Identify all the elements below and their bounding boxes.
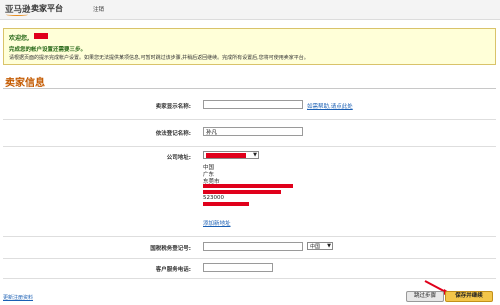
seller-info-form: 卖家显示名称: 如需帮助,请点此处 依法登记名称: 公司地址: ▼ 中国 广东 … <box>3 90 496 279</box>
tax-id-input[interactable] <box>203 242 303 251</box>
redacted-street-2 <box>203 190 281 194</box>
address-select[interactable]: ▼ <box>203 151 259 159</box>
phone-label: 客户服务电话: <box>155 267 191 273</box>
legal-name-label: 依法登记名称: <box>155 131 191 137</box>
redacted-username <box>34 33 48 39</box>
country-select-value: 中国 <box>310 244 321 250</box>
display-name-input[interactable] <box>203 100 303 109</box>
redacted-street-1 <box>203 184 293 188</box>
setup-steps-text: 完成您的帐户设置还需要三步。 <box>9 47 87 53</box>
legal-name-input[interactable] <box>203 127 303 136</box>
signout-link[interactable]: 注销 <box>93 5 104 13</box>
display-name-help-link[interactable]: 如需帮助,请点此处 <box>307 102 353 110</box>
welcome-greeting: 欢迎您, <box>9 35 30 42</box>
redacted-address-option <box>206 153 246 158</box>
top-bar: 亚马逊 卖家平台 注销 <box>0 0 500 20</box>
add-address-link[interactable]: 添加新地址 <box>203 219 231 227</box>
amazon-logo[interactable]: 亚马逊 <box>5 3 31 16</box>
smile-logo-icon <box>6 13 28 16</box>
chevron-down-icon: ▼ <box>327 243 331 249</box>
address-label: 公司地址: <box>166 155 191 161</box>
platform-title: 卖家平台 <box>31 4 63 13</box>
form-row-address: 公司地址: ▼ 中国 广东 东莞市 523000 添加新地址 <box>3 147 496 237</box>
form-row-phone: 客户服务电话: <box>3 259 496 279</box>
skip-step-button[interactable]: 跳过步骤 <box>406 291 444 302</box>
redacted-phone <box>203 202 249 206</box>
form-row-legal-name: 依法登记名称: <box>3 120 496 147</box>
welcome-panel: 欢迎您, 完成您的帐户设置还需要三步。 请根据页面的提示完成帐户设置。如果您无法… <box>3 28 496 65</box>
country-select[interactable]: 中国 ▼ <box>307 242 333 250</box>
form-row-display-name: 卖家显示名称: 如需帮助,请点此处 <box>3 90 496 120</box>
form-row-tax-id: 国税税务登记号: 中国 ▼ <box>3 237 496 259</box>
phone-input[interactable] <box>203 263 273 272</box>
update-registration-link[interactable]: 更新注册资料 <box>3 294 33 301</box>
section-title: 卖家信息 <box>5 78 45 89</box>
tax-id-label: 国税税务登记号: <box>150 246 191 252</box>
section-divider <box>3 88 496 89</box>
address-postcode: 523000 <box>203 195 224 201</box>
chevron-down-icon: ▼ <box>253 152 257 158</box>
setup-instructions: 请根据页面的提示完成帐户设置。如果您无法提供某项信息,可暂时跳过该步骤,并稍后返… <box>9 55 309 61</box>
display-name-label: 卖家显示名称: <box>155 104 191 110</box>
save-continue-button[interactable]: 保存并继续 <box>445 291 493 302</box>
